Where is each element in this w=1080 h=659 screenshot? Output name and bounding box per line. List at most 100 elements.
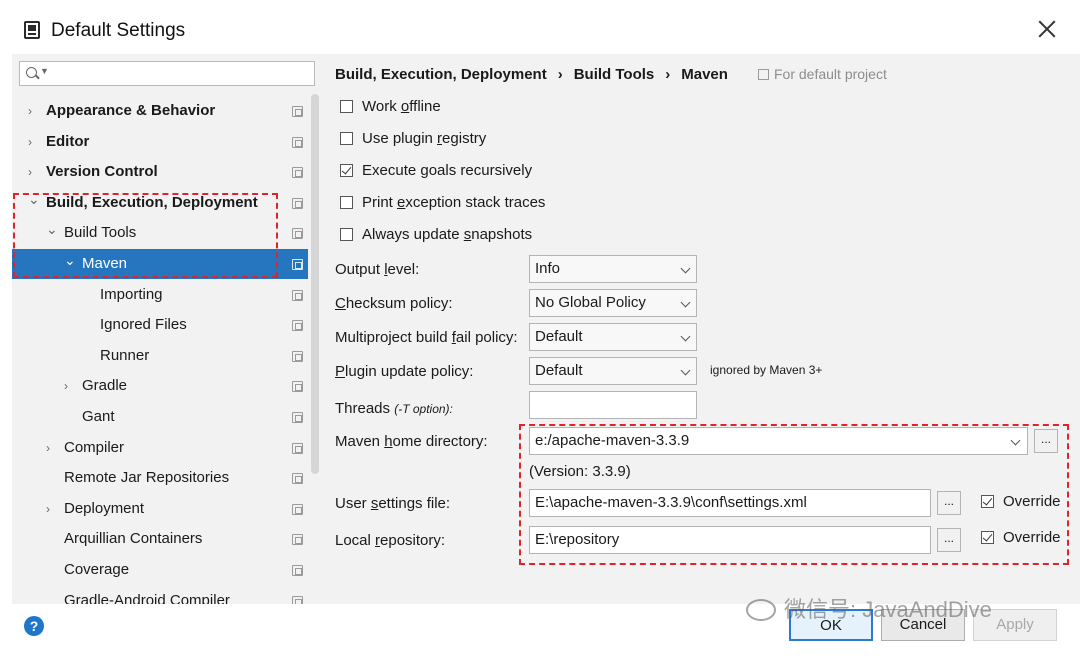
tree-item-label: Editor bbox=[46, 132, 90, 150]
chevron-right-icon[interactable]: › bbox=[64, 371, 76, 401]
checksum-policy-select[interactable]: No Global Policy bbox=[529, 289, 697, 317]
maven-home-label: Maven home directory: bbox=[335, 433, 488, 450]
threads-input[interactable] bbox=[529, 391, 697, 419]
tree-item[interactable]: ⌄ Maven bbox=[12, 249, 308, 279]
wechat-icon bbox=[746, 599, 776, 621]
tree-item[interactable]: ⌄ Build, Execution, Deployment bbox=[12, 188, 308, 218]
copy-icon bbox=[292, 534, 303, 546]
breadcrumb-item: Build Tools bbox=[573, 66, 655, 83]
tree-item-label: Arquillian Containers bbox=[64, 530, 203, 548]
work-offline-box[interactable] bbox=[340, 100, 353, 113]
update-snapshots-box[interactable] bbox=[340, 228, 353, 241]
chevron-down-icon[interactable]: ⌄ bbox=[64, 245, 76, 275]
search-icon bbox=[26, 67, 37, 78]
tree-item-label: Maven bbox=[82, 255, 128, 272]
recursive-goals-box[interactable] bbox=[340, 164, 353, 177]
plugin-registry-box[interactable] bbox=[340, 132, 353, 145]
threads-hint: (-T option): bbox=[394, 402, 453, 416]
tree-item[interactable]: › Appearance & Behavior bbox=[12, 96, 308, 126]
tree-item[interactable]: ⌄ Build Tools bbox=[12, 218, 308, 248]
checkbox-label: Execute goals recursively bbox=[362, 162, 533, 179]
maven-version-text: (Version: 3.3.9) bbox=[529, 463, 631, 480]
tree-item-label: Deployment bbox=[64, 499, 145, 517]
chevron-down-icon bbox=[680, 365, 691, 376]
tree-item[interactable]: › Version Control bbox=[12, 157, 308, 187]
select-value: No Global Policy bbox=[535, 294, 646, 311]
tree-item-label: Gradle bbox=[82, 377, 128, 395]
copy-icon bbox=[292, 381, 303, 393]
chevron-right-icon[interactable]: › bbox=[28, 157, 40, 187]
title-bar: Default Settings bbox=[0, 0, 1080, 54]
copy-icon bbox=[292, 595, 303, 604]
user-settings-browse-button[interactable]: ... bbox=[937, 491, 961, 515]
app-icon bbox=[24, 21, 40, 39]
tree-item-label: Gradle-Android Compiler bbox=[64, 591, 230, 604]
tree-item[interactable]: › Gradle bbox=[12, 371, 308, 401]
close-icon[interactable] bbox=[1036, 18, 1058, 40]
threads-label-text: Threads bbox=[335, 400, 391, 417]
chevron-right-icon[interactable]: › bbox=[46, 433, 58, 463]
local-repository-browse-button[interactable]: ... bbox=[937, 528, 961, 552]
copy-icon bbox=[292, 136, 303, 148]
chevron-down-icon[interactable]: ⌄ bbox=[28, 184, 40, 214]
plugin-update-policy-select[interactable]: Default bbox=[529, 357, 697, 385]
tree-item[interactable]: Gradle-Android Compiler bbox=[12, 586, 308, 604]
settings-tree-panel: ▼ › Appearance & Behavior › Editor › Version … bbox=[12, 54, 323, 604]
copy-icon bbox=[292, 106, 303, 117]
chevron-right-icon[interactable]: › bbox=[28, 96, 40, 126]
search-input[interactable]: ▼ bbox=[19, 61, 315, 86]
tree-item[interactable]: Remote Jar Repositories bbox=[12, 463, 308, 493]
chevron-right-icon[interactable]: › bbox=[28, 127, 40, 157]
maven-home-combo[interactable]: e:/apache-maven-3.3.9 bbox=[529, 427, 1028, 455]
tree-item[interactable]: › Compiler bbox=[12, 433, 308, 463]
output-level-label: Output level: bbox=[335, 261, 420, 278]
copy-icon bbox=[758, 69, 769, 80]
chevron-right-icon[interactable]: › bbox=[46, 494, 58, 524]
select-value: Default bbox=[535, 328, 583, 345]
maven-settings-panel: Build, Execution, Deployment › Build Tools… bbox=[323, 54, 1080, 604]
override-label: Override bbox=[1003, 529, 1061, 546]
maven-home-browse-button[interactable]: ... bbox=[1034, 429, 1058, 453]
tree-item[interactable]: Arquillian Containers bbox=[12, 524, 308, 554]
tree-item-label: Ignored Files bbox=[100, 316, 187, 334]
default-project-note: For default project bbox=[758, 66, 887, 82]
maven-home-value: e:/apache-maven-3.3.9 bbox=[535, 432, 690, 449]
help-button[interactable]: ? bbox=[24, 616, 44, 636]
default-project-label: For default project bbox=[774, 66, 887, 82]
local-repository-input[interactable]: E:\repository bbox=[529, 526, 931, 554]
tree-item[interactable]: › Editor bbox=[12, 127, 308, 157]
select-value: Default bbox=[535, 362, 583, 379]
override-box[interactable] bbox=[981, 531, 994, 544]
tree-item-label: Gant bbox=[82, 408, 115, 425]
search-dropdown-icon[interactable]: ▼ bbox=[40, 66, 49, 76]
user-settings-input[interactable]: E:\apache-maven-3.3.9\conf\settings.xml bbox=[529, 489, 931, 517]
copy-icon bbox=[292, 289, 303, 301]
tree-item[interactable]: Ignored Files bbox=[12, 310, 308, 340]
tree-item[interactable]: Coverage bbox=[12, 555, 308, 585]
tree-item-label: Coverage bbox=[64, 561, 130, 578]
copy-icon bbox=[292, 228, 303, 240]
stack-traces-box[interactable] bbox=[340, 196, 353, 209]
multiproject-policy-label: Multiproject build fail policy: bbox=[335, 329, 518, 346]
output-level-select[interactable]: Info bbox=[529, 255, 697, 283]
chevron-down-icon bbox=[680, 331, 691, 342]
breadcrumb-separator: › bbox=[557, 66, 563, 83]
tree-item-label: Compiler bbox=[64, 438, 125, 456]
multiproject-policy-select[interactable]: Default bbox=[529, 323, 697, 351]
settings-dialog: Default Settings ▼ › Appearance & Behavio… bbox=[0, 0, 1080, 659]
tree-item[interactable]: › Deployment bbox=[12, 494, 308, 524]
plugin-update-policy-label: Plugin update policy: bbox=[335, 363, 474, 380]
tree-item-label: Remote Jar Repositories bbox=[64, 469, 230, 487]
checkbox-label: Work offline bbox=[362, 98, 441, 115]
tree-item-label: Build, Execution, Deployment bbox=[46, 193, 258, 211]
copy-icon bbox=[292, 197, 303, 209]
plugin-update-note: ignored by Maven 3+ bbox=[710, 363, 823, 377]
tree-item[interactable]: Importing bbox=[12, 280, 308, 310]
checkbox-label: Always update snapshots bbox=[362, 226, 533, 243]
chevron-down-icon[interactable]: ⌄ bbox=[46, 214, 58, 244]
tree-item[interactable]: Gant bbox=[12, 402, 308, 432]
copy-icon bbox=[292, 259, 303, 270]
tree-item[interactable]: Runner bbox=[12, 341, 308, 371]
override-box[interactable] bbox=[981, 495, 994, 508]
tree-scrollbar[interactable] bbox=[311, 94, 319, 474]
